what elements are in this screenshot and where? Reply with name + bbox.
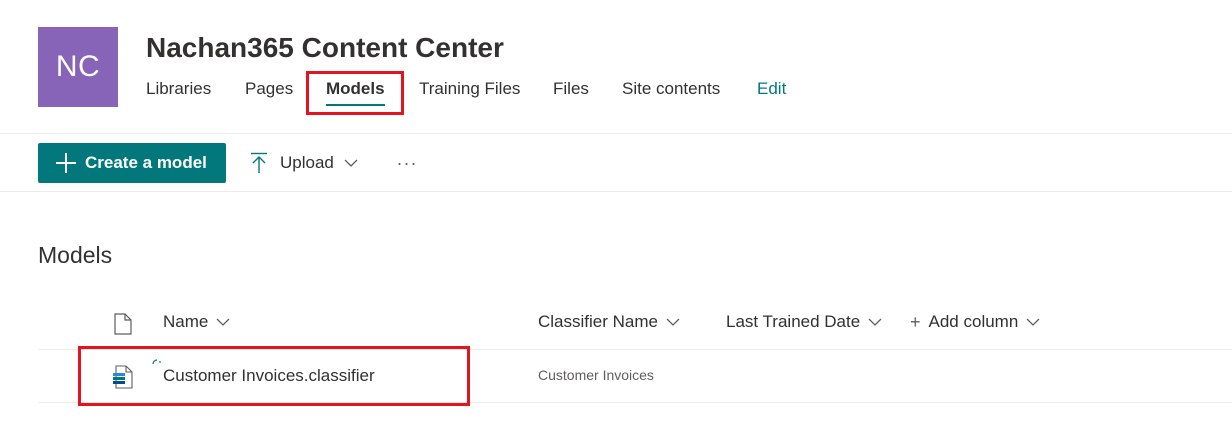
site-header: NC Nachan365 Content Center Libraries Pa… [0,0,1232,134]
nav-item-files[interactable]: Files [553,76,589,102]
chevron-down-icon [666,318,680,326]
column-header-classifier-name[interactable]: Classifier Name [538,312,680,332]
row-file-name[interactable]: Customer Invoices.classifier [163,366,375,386]
column-header-last-trained-date[interactable]: Last Trained Date [726,312,882,332]
file-type-icon[interactable] [114,313,132,335]
add-column-label: Add column [928,312,1019,331]
section-title: Models [38,242,113,268]
selected-nav-underline [326,104,385,106]
site-logo[interactable]: NC [38,27,118,107]
chevron-down-icon [216,318,230,326]
processing-spinner-icon [152,359,161,365]
upload-button[interactable]: Upload [250,143,370,183]
nav-item-training-files[interactable]: Training Files [419,76,520,102]
row-classifier-name: Customer Invoices [538,367,654,383]
plus-icon: + [910,312,921,332]
nav-item-site-contents[interactable]: Site contents [622,76,720,102]
create-model-label: Create a model [85,153,207,172]
nav-item-pages[interactable]: Pages [245,76,293,102]
classifier-file-icon [113,365,133,389]
add-column-button[interactable]: + Add column [910,312,1040,332]
more-options-button[interactable]: ··· [394,143,420,183]
create-model-button[interactable]: Create a model [38,143,226,183]
chevron-down-icon [868,318,882,326]
column-header-name-label: Name [163,312,209,331]
upload-icon [251,152,267,173]
command-bar: Create a model Upload ··· [0,134,1232,192]
site-title[interactable]: Nachan365 Content Center [146,32,504,64]
nav-item-models-label: Models [326,79,385,98]
list-header: Name Classifier Name Last Trained Date +… [38,300,1232,350]
plus-icon [56,153,76,173]
column-header-last-trained-date-label: Last Trained Date [726,312,861,331]
more-icon: ··· [396,152,418,173]
column-header-classifier-name-label: Classifier Name [538,312,658,331]
nav-item-models[interactable]: Models [326,76,385,106]
column-header-name[interactable]: Name [163,312,230,332]
chevron-down-icon [1026,318,1040,326]
upload-label: Upload [280,153,334,172]
nav-item-libraries[interactable]: Libraries [146,76,211,102]
nav-item-edit[interactable]: Edit [757,76,786,102]
chevron-down-icon [344,159,358,167]
table-row[interactable]: Customer Invoices.classifier Customer In… [38,351,1232,403]
